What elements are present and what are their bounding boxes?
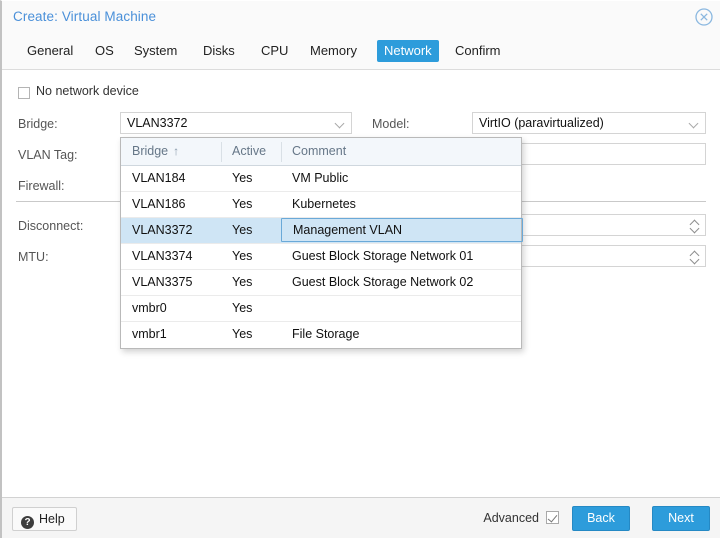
cell-comment: Management VLAN [281, 218, 523, 242]
dialog-footer: ? Help Advanced Back Next [2, 497, 720, 538]
cell-comment [281, 296, 523, 321]
cell-bridge: vmbr1 [121, 322, 221, 347]
model-select[interactable]: VirtIO (paravirtualized) [472, 112, 706, 134]
spinner-arrows-icon[interactable] [690, 219, 700, 234]
cell-active: Yes [221, 244, 281, 269]
dropdown-row-vlan3375[interactable]: VLAN3375 Yes Guest Block Storage Network… [121, 270, 521, 296]
tab-disks[interactable]: Disks [196, 40, 242, 62]
advanced-label: Advanced [483, 511, 539, 525]
cell-bridge: VLAN3375 [121, 270, 221, 295]
cell-bridge: vmbr0 [121, 296, 221, 321]
tab-cpu[interactable]: CPU [254, 40, 295, 62]
cell-active: Yes [221, 218, 281, 243]
tab-os[interactable]: OS [88, 40, 121, 62]
question-mark-icon: ? [21, 516, 34, 529]
no-network-device-label: No network device [36, 84, 139, 98]
cell-active: Yes [221, 270, 281, 295]
tab-network[interactable]: Network [377, 40, 439, 62]
chevron-down-icon [690, 120, 699, 126]
help-button[interactable]: ? Help [12, 507, 77, 531]
cell-comment: Kubernetes [281, 192, 523, 217]
cell-bridge: VLAN3374 [121, 244, 221, 269]
tab-general[interactable]: General [20, 40, 80, 62]
tab-confirm[interactable]: Confirm [448, 40, 508, 62]
bridge-label: Bridge: [18, 117, 58, 131]
disconnect-label: Disconnect: [18, 219, 83, 233]
cell-bridge: VLAN186 [121, 192, 221, 217]
cell-bridge: VLAN3372 [121, 218, 221, 243]
cell-active: Yes [221, 322, 281, 347]
advanced-checkbox[interactable] [546, 511, 559, 524]
dropdown-row-vlan3374[interactable]: VLAN3374 Yes Guest Block Storage Network… [121, 244, 521, 270]
dropdown-row-vlan184[interactable]: VLAN184 Yes VM Public [121, 166, 521, 192]
column-header-bridge[interactable]: Bridge ↑ [121, 138, 221, 165]
firewall-label: Firewall: [18, 179, 65, 193]
next-button[interactable]: Next [652, 506, 710, 531]
dropdown-row-vlan3372[interactable]: VLAN3372 Yes Management VLAN [121, 218, 521, 244]
column-header-active[interactable]: Active [221, 138, 281, 165]
dropdown-row-vmbr1[interactable]: vmbr1 Yes File Storage [121, 322, 521, 348]
spinner-arrows-icon[interactable] [690, 250, 700, 265]
cell-comment: VM Public [281, 166, 523, 191]
column-header-bridge-label: Bridge [132, 144, 168, 158]
column-header-comment[interactable]: Comment [281, 138, 523, 165]
sort-ascending-icon: ↑ [173, 144, 179, 158]
cell-bridge: VLAN184 [121, 166, 221, 191]
tab-system[interactable]: System [127, 40, 184, 62]
dropdown-row-vmbr0[interactable]: vmbr0 Yes [121, 296, 521, 322]
dropdown-row-vlan186[interactable]: VLAN186 Yes Kubernetes [121, 192, 521, 218]
cell-comment: File Storage [281, 322, 523, 347]
model-label: Model: [372, 117, 410, 131]
wizard-tabbar: General OS System Disks CPU Memory Netwo… [2, 34, 720, 70]
bridge-select[interactable]: VLAN3372 [120, 112, 352, 134]
bridge-value: VLAN3372 [127, 116, 187, 130]
dialog-title: Create: Virtual Machine [13, 9, 156, 24]
dropdown-header-row: Bridge ↑ Active Comment [121, 138, 521, 166]
model-value: VirtIO (paravirtualized) [479, 116, 604, 130]
cell-comment: Guest Block Storage Network 01 [281, 244, 523, 269]
no-network-device-checkbox[interactable] [18, 87, 30, 99]
back-button[interactable]: Back [572, 506, 630, 531]
chevron-down-icon [336, 120, 345, 126]
close-icon[interactable] [694, 7, 714, 27]
bridge-dropdown-list[interactable]: Bridge ↑ Active Comment VLAN184 Yes VM Pu… [120, 137, 522, 349]
cell-active: Yes [221, 192, 281, 217]
vlan-tag-label: VLAN Tag: [18, 148, 78, 162]
cell-comment: Guest Block Storage Network 02 [281, 270, 523, 295]
cell-active: Yes [221, 166, 281, 191]
mtu-label: MTU: [18, 250, 49, 264]
cell-active: Yes [221, 296, 281, 321]
dialog-titlebar: Create: Virtual Machine [2, 1, 720, 34]
create-vm-dialog: Create: Virtual Machine General OS Syste… [0, 0, 720, 538]
help-button-label: Help [39, 512, 65, 526]
tab-memory[interactable]: Memory [303, 40, 364, 62]
